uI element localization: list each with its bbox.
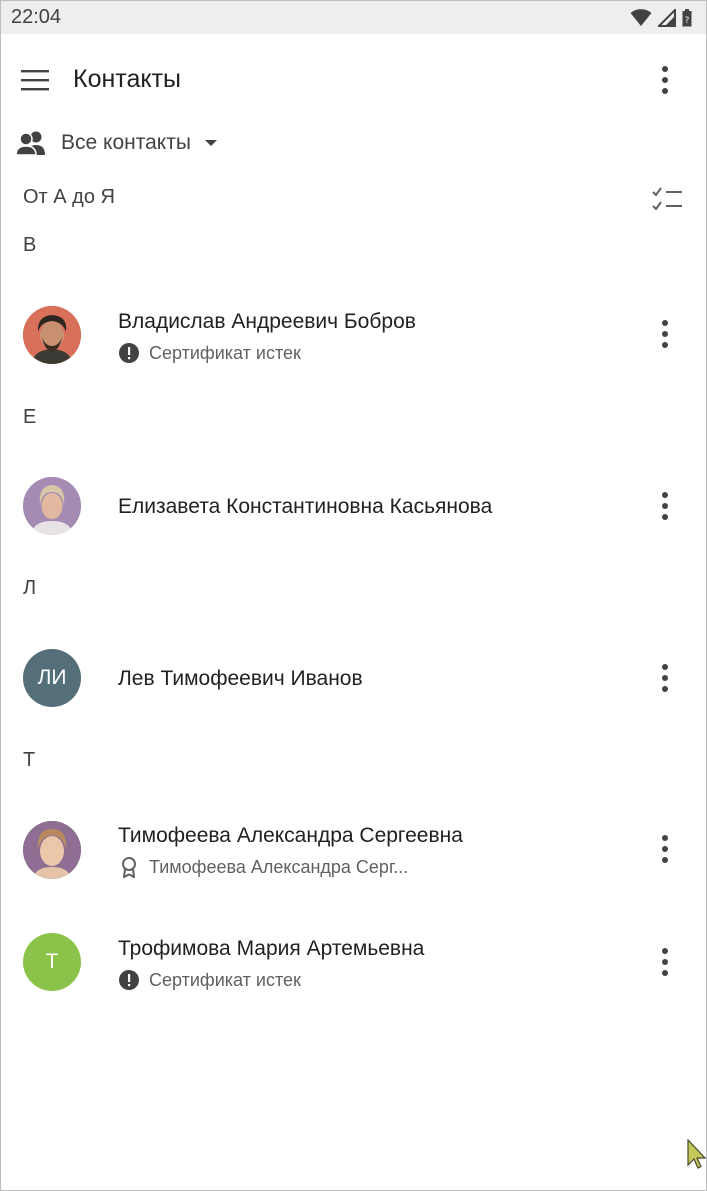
- alert-icon: [118, 342, 140, 364]
- filter-label: Все контакты: [61, 131, 191, 154]
- signal-icon: [658, 8, 676, 27]
- contacts-filter-dropdown[interactable]: Все контакты: [15, 123, 223, 163]
- more-vert-icon[interactable]: [653, 832, 677, 866]
- contact-list-item[interactable]: ЛИ Лев Тимофеевич Иванов: [1, 628, 706, 728]
- people-icon: [15, 131, 45, 156]
- certificate-icon: [118, 856, 140, 878]
- avatar-initials: ЛИ: [37, 666, 67, 689]
- contact-subtitle: Сертификат истек: [149, 969, 301, 990]
- contact-list-item[interactable]: Елизавета Константиновна Касьянова: [1, 456, 706, 556]
- status-bar: 22:04 ?: [1, 1, 706, 34]
- contact-certificate-status: Тимофеева Александра Серг...: [118, 856, 408, 878]
- more-vert-icon[interactable]: [653, 63, 677, 97]
- contact-list-item[interactable]: Т Трофимова Мария Артемьевна Сертификат …: [1, 912, 706, 1012]
- contact-certificate-status: Сертификат истек: [118, 969, 301, 991]
- battery-icon: ?: [682, 8, 692, 26]
- more-vert-icon[interactable]: [653, 945, 677, 979]
- section-header: В: [23, 234, 37, 256]
- avatar: [23, 306, 81, 364]
- checklist-icon[interactable]: [651, 184, 685, 214]
- section-header: Т: [23, 749, 36, 771]
- app-bar: Контакты: [1, 45, 706, 115]
- contact-subtitle: Тимофеева Александра Серг...: [149, 856, 409, 877]
- contact-subtitle: Сертификат истек: [149, 342, 301, 363]
- avatar: [23, 477, 81, 535]
- mouse-cursor-icon: [687, 1139, 706, 1169]
- avatar: Т: [23, 933, 81, 991]
- sort-label: От А до Я: [23, 186, 115, 208]
- avatar-initials: Т: [45, 950, 59, 973]
- avatar: [23, 821, 81, 879]
- contact-name: Лев Тимофеевич Иванов: [118, 667, 363, 690]
- contact-name: Тимофеева Александра Сергеевна: [118, 824, 463, 847]
- section-header: Л: [23, 577, 37, 599]
- status-time: 22:04: [11, 6, 62, 28]
- contact-list-item[interactable]: Владислав Андреевич Бобров Сертификат ис…: [1, 285, 706, 385]
- hamburger-icon[interactable]: [21, 69, 49, 91]
- more-vert-icon[interactable]: [653, 661, 677, 695]
- more-vert-icon[interactable]: [653, 489, 677, 523]
- more-vert-icon[interactable]: [653, 317, 677, 351]
- svg-text:?: ?: [685, 16, 690, 26]
- contact-list-item[interactable]: Тимофеева Александра Сергеевна Тимофеева…: [1, 799, 706, 899]
- sort-row: От А до Я: [23, 184, 688, 214]
- section-header: Е: [23, 406, 37, 428]
- page-title: Контакты: [73, 65, 181, 93]
- arrow-drop-down-icon: [204, 140, 217, 146]
- contact-name: Елизавета Константиновна Касьянова: [118, 495, 493, 518]
- status-icons: ?: [630, 8, 692, 27]
- contact-certificate-status: Сертификат истек: [118, 342, 301, 364]
- avatar: ЛИ: [23, 649, 81, 707]
- app-window: 22:04 ? Контакты Все контакты От А до Я …: [0, 0, 707, 1191]
- alert-icon: [118, 969, 140, 991]
- wifi-icon: [630, 8, 652, 26]
- contact-name: Трофимова Мария Артемьевна: [118, 937, 425, 960]
- contact-name: Владислав Андреевич Бобров: [118, 310, 416, 333]
